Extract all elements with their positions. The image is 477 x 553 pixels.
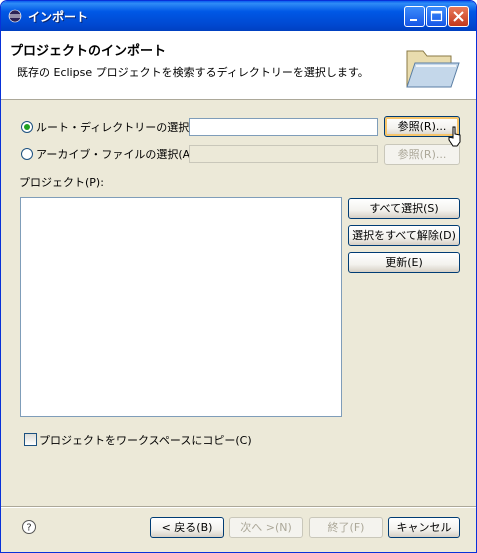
eclipse-icon <box>8 9 22 23</box>
root-dir-label: ルート・ディレクトリーの選択(T): <box>36 121 209 134</box>
root-dir-radio[interactable] <box>21 121 33 133</box>
finish-button[interactable]: 終了(F) <box>309 517 383 538</box>
wizard-banner: プロジェクトのインポート 既存の Eclipse プロジェクトを検索するディレク… <box>1 31 476 100</box>
archive-input[interactable] <box>189 145 378 163</box>
close-icon <box>453 11 464 22</box>
svg-text:?: ? <box>26 523 31 534</box>
cancel-button[interactable]: キャンセル <box>388 517 460 538</box>
select-all-button[interactable]: すべて選択(S) <box>348 198 460 219</box>
footer-separator <box>1 506 476 508</box>
projects-list[interactable] <box>20 197 342 417</box>
refresh-button[interactable]: 更新(E) <box>348 252 460 273</box>
title-bar[interactable]: インポート <box>1 1 476 31</box>
window-title: インポート <box>28 10 89 24</box>
import-dialog: インポート プロジェクトのインポート 既存の Eclipse プロジェクトを検索… <box>0 0 477 553</box>
banner-description: 既存の Eclipse プロジェクトを検索するディレクトリーを選択します。 <box>17 66 369 79</box>
next-button[interactable]: 次へ >(N) <box>229 517 303 538</box>
folder-icon <box>406 50 460 88</box>
deselect-all-button[interactable]: 選択をすべて解除(D) <box>348 225 460 246</box>
close-button[interactable] <box>448 6 469 27</box>
mouse-cursor-icon <box>448 126 461 147</box>
copy-to-workspace-label: プロジェクトをワークスペースにコピー(C) <box>39 434 252 447</box>
minimize-icon <box>410 19 417 21</box>
projects-label: プロジェクト(P): <box>19 176 104 189</box>
back-button[interactable]: < 戻る(B) <box>150 517 224 538</box>
archive-radio[interactable] <box>21 148 33 160</box>
banner-title: プロジェクトのインポート <box>10 44 167 59</box>
help-icon[interactable]: ? <box>21 519 37 535</box>
minimize-button[interactable] <box>404 6 425 27</box>
maximize-button[interactable] <box>426 6 447 27</box>
maximize-icon <box>430 10 443 22</box>
archive-label: アーカイブ・ファイルの選択(A): <box>36 148 199 161</box>
root-dir-input[interactable] <box>189 118 378 136</box>
copy-to-workspace-checkbox[interactable] <box>24 433 37 446</box>
